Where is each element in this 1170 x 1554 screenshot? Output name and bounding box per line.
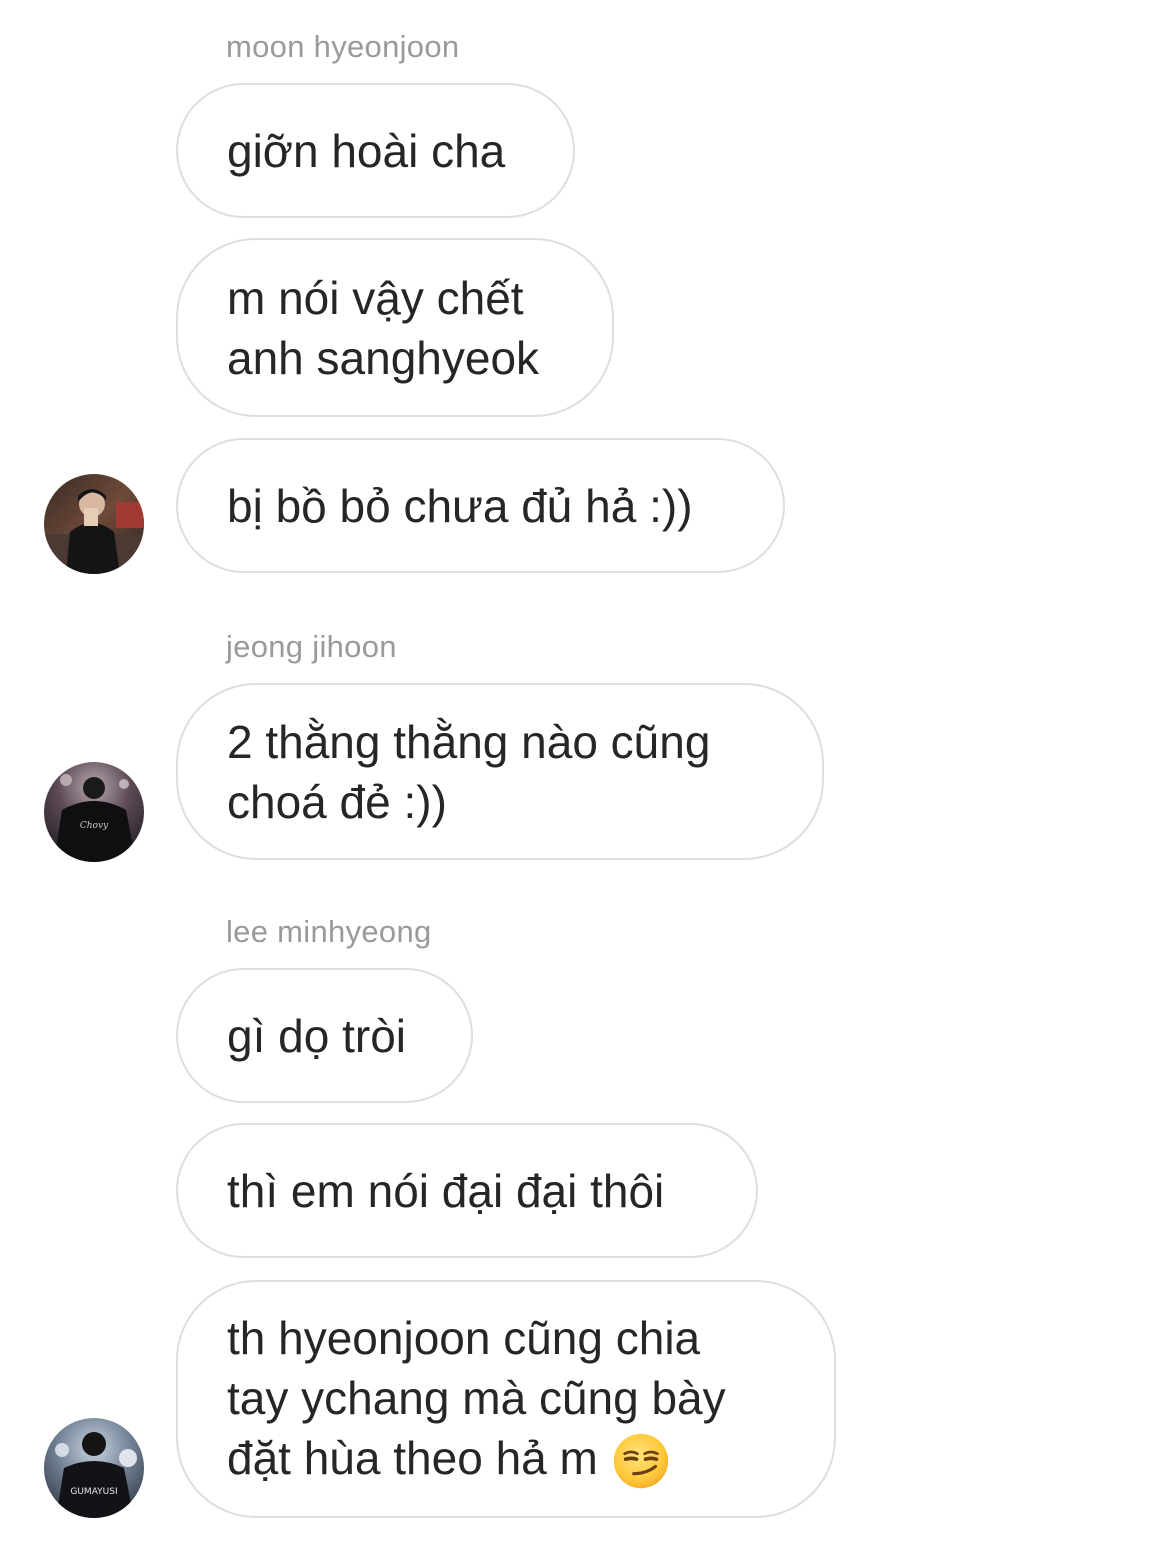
message-bubble[interactable]: thì em nói đại đại thôi [176, 1123, 758, 1258]
smirking-face-icon [613, 1434, 669, 1489]
avatar-moon-hyeonjoon[interactable] [44, 474, 144, 574]
message-text: thì em nói đại đại thôi [227, 1164, 665, 1217]
avatar-photo: GUMAYUSI [44, 1418, 144, 1518]
sender-name-lee-minhyeong: lee minhyeong [226, 914, 432, 949]
message-text: gì dọ tròi [227, 1009, 406, 1062]
message-text: bị bồ bỏ chưa đủ hả :)) [227, 479, 693, 532]
message-bubble[interactable]: giỡn hoài cha [176, 83, 575, 218]
shirt-text: Chovy [80, 821, 109, 831]
message-bubble[interactable]: 2 thằng thằng nào cũng choá đẻ :)) [176, 683, 824, 860]
avatar-photo [44, 474, 144, 574]
message-bubble[interactable]: th hyeonjoon cũng chia tay ychang mà cũn… [176, 1280, 836, 1518]
message-text: giỡn hoài cha [227, 124, 506, 177]
message-bubble[interactable]: gì dọ tròi [176, 968, 473, 1103]
sender-name-moon-hyeonjoon: moon hyeonjoon [226, 29, 460, 64]
message-bubble[interactable]: bị bồ bỏ chưa đủ hả :)) [176, 438, 785, 573]
avatar-photo: Chovy [44, 762, 144, 862]
sender-name-jeong-jihoon: jeong jihoon [226, 629, 397, 664]
message-text-wrap: th hyeonjoon cũng chia tay ychang mà cũn… [227, 1308, 726, 1491]
message-text: m nói vậy chết anh sanghyeok [227, 271, 540, 384]
avatar-lee-minhyeong[interactable]: GUMAYUSI [44, 1418, 144, 1518]
shirt-text: GUMAYUSI [70, 1487, 117, 1497]
message-bubble[interactable]: m nói vậy chết anh sanghyeok [176, 238, 614, 417]
message-text: 2 thằng thằng nào cũng choá đẻ :)) [227, 715, 711, 828]
avatar-jeong-jihoon[interactable]: Chovy [44, 762, 144, 862]
